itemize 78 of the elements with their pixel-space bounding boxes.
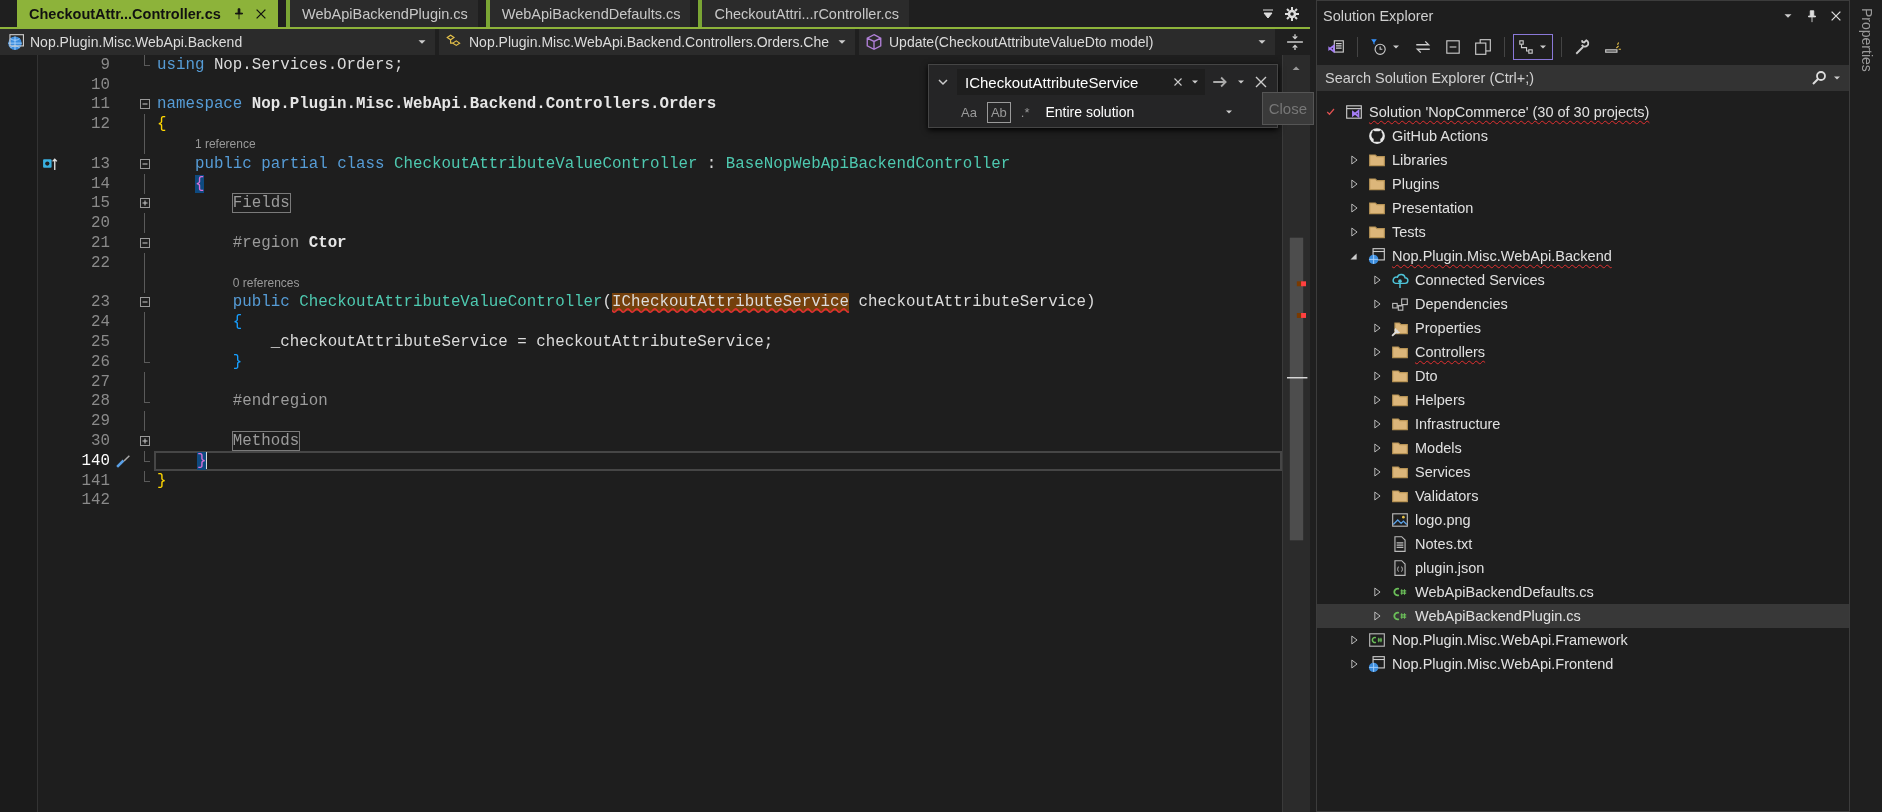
line-number: 21: [90, 234, 110, 253]
tree-item[interactable]: Plugins: [1317, 172, 1849, 196]
code-line: Methods: [231, 432, 300, 451]
line-number: 30: [90, 432, 110, 451]
tree-item[interactable]: plugin.json: [1317, 556, 1849, 580]
tooltip: Close: [1261, 92, 1314, 125]
tree-item[interactable]: Nop.Plugin.Misc.WebApi.Backend: [1317, 244, 1849, 268]
code-line: #region Ctor: [231, 234, 347, 253]
tree-item[interactable]: Dto: [1317, 364, 1849, 388]
code-line: {: [157, 115, 167, 134]
code-line: Fields: [231, 194, 290, 213]
nav-dropdown[interactable]: Nop.Plugin.Misc.WebApi.Backend: [0, 29, 435, 55]
nav-dropdown[interactable]: Nop.Plugin.Misc.WebApi.Backend.Controllers.Orders.Che: [439, 29, 855, 55]
tree-item[interactable]: Properties: [1317, 316, 1849, 340]
line-number: 13: [90, 154, 110, 173]
tree-item[interactable]: WebApiBackendDefaults.cs: [1317, 580, 1849, 604]
reference-count-link[interactable]: 1 reference: [194, 137, 256, 152]
line-number: 22: [90, 253, 110, 272]
tree-item[interactable]: Nop.Plugin.Misc.WebApi.Framework: [1317, 628, 1849, 652]
line-number: 142: [80, 491, 110, 510]
file-tab[interactable]: WebApiBackendPlugin.cs: [286, 0, 478, 27]
tree-item[interactable]: Solution 'NopCommerce' (30 of 30 projects): [1317, 100, 1849, 124]
search-field[interactable]: Search Solution Explorer (Ctrl+;): [1317, 65, 1849, 91]
tree-item[interactable]: Connected Services: [1317, 268, 1849, 292]
tree-item[interactable]: Controllers: [1317, 340, 1849, 364]
reference-count-link[interactable]: 0 references: [232, 275, 300, 290]
tree-item[interactable]: Dependencies: [1317, 292, 1849, 316]
tree-item[interactable]: Notes.txt: [1317, 532, 1849, 556]
line-number: 9: [99, 55, 110, 74]
find-input[interactable]: ICheckoutAttributeService: [963, 72, 1167, 92]
line-number: 20: [90, 214, 110, 233]
code-line: #endregion: [231, 392, 328, 411]
tree-item[interactable]: Tests: [1317, 220, 1849, 244]
tree-item[interactable]: Presentation: [1317, 196, 1849, 220]
tree-item[interactable]: Libraries: [1317, 148, 1849, 172]
code-line: namespace Nop.Plugin.Misc.WebApi.Backend.Controllers.Orders: [157, 95, 717, 114]
line-number: 14: [90, 174, 110, 193]
tree-item[interactable]: Helpers: [1317, 388, 1849, 412]
tree-item[interactable]: logo.png: [1317, 508, 1849, 532]
line-number: 140: [80, 451, 110, 470]
line-number: 11: [90, 95, 110, 114]
tree-item[interactable]: Services: [1317, 460, 1849, 484]
code-line: using Nop.Services.Orders;: [157, 55, 404, 74]
side-tab[interactable]: Properties: [1857, 2, 1877, 78]
find-field[interactable]: ICheckoutAttributeService: [957, 69, 1205, 95]
file-tab[interactable]: CheckoutAttr...Controller.cs: [17, 0, 278, 27]
line-number: 15: [90, 194, 110, 213]
line-number: 141: [80, 471, 110, 490]
code-line: {: [231, 313, 243, 332]
tree-item[interactable]: Validators: [1317, 484, 1849, 508]
line-number: 10: [90, 75, 110, 94]
nav-dropdown[interactable]: Update(CheckoutAttributeValueDto model): [859, 29, 1275, 55]
search-input[interactable]: Search Solution Explorer (Ctrl+;): [1323, 69, 1807, 87]
search-option-toggle[interactable]: Aa: [957, 101, 981, 123]
tree-item[interactable]: Models: [1317, 436, 1849, 460]
code-line: public partial class CheckoutAttributeValueController : BaseNopWebApiBackendController: [193, 154, 1011, 173]
tree-item[interactable]: Nop.Plugin.Misc.WebApi.Frontend: [1317, 652, 1849, 676]
line-number: 29: [90, 412, 110, 431]
scope-dropdown[interactable]: Entire solution: [1039, 104, 1236, 120]
line-number: 23: [90, 293, 110, 312]
code-line: _checkoutAttributeService = checkoutAttributeService;: [269, 333, 774, 352]
code-line: }: [231, 352, 243, 371]
search-option-toggle[interactable]: Ab: [986, 101, 1011, 123]
line-number: 12: [90, 115, 110, 134]
line-number: 24: [90, 313, 110, 332]
code-line: public CheckoutAttributeValueController(ICheckoutAttributeService checkoutAttributeService): [231, 293, 1096, 312]
file-tab[interactable]: CheckoutAttri...rController.cs: [698, 0, 909, 27]
panel-title: Solution Explorer: [1323, 8, 1435, 24]
tree-item[interactable]: WebApiBackendPlugin.cs: [1317, 604, 1849, 628]
code-line: }: [157, 471, 167, 490]
line-number: 27: [90, 372, 110, 391]
tree-item[interactable]: GitHub Actions: [1317, 124, 1849, 148]
file-tab[interactable]: WebApiBackendDefaults.cs: [485, 0, 691, 27]
line-number: 26: [90, 352, 110, 371]
tree-item[interactable]: Infrastructure: [1317, 412, 1849, 436]
line-number: 25: [90, 333, 110, 352]
line-number: 28: [90, 392, 110, 411]
search-option-toggle[interactable]: .*: [1016, 101, 1034, 123]
